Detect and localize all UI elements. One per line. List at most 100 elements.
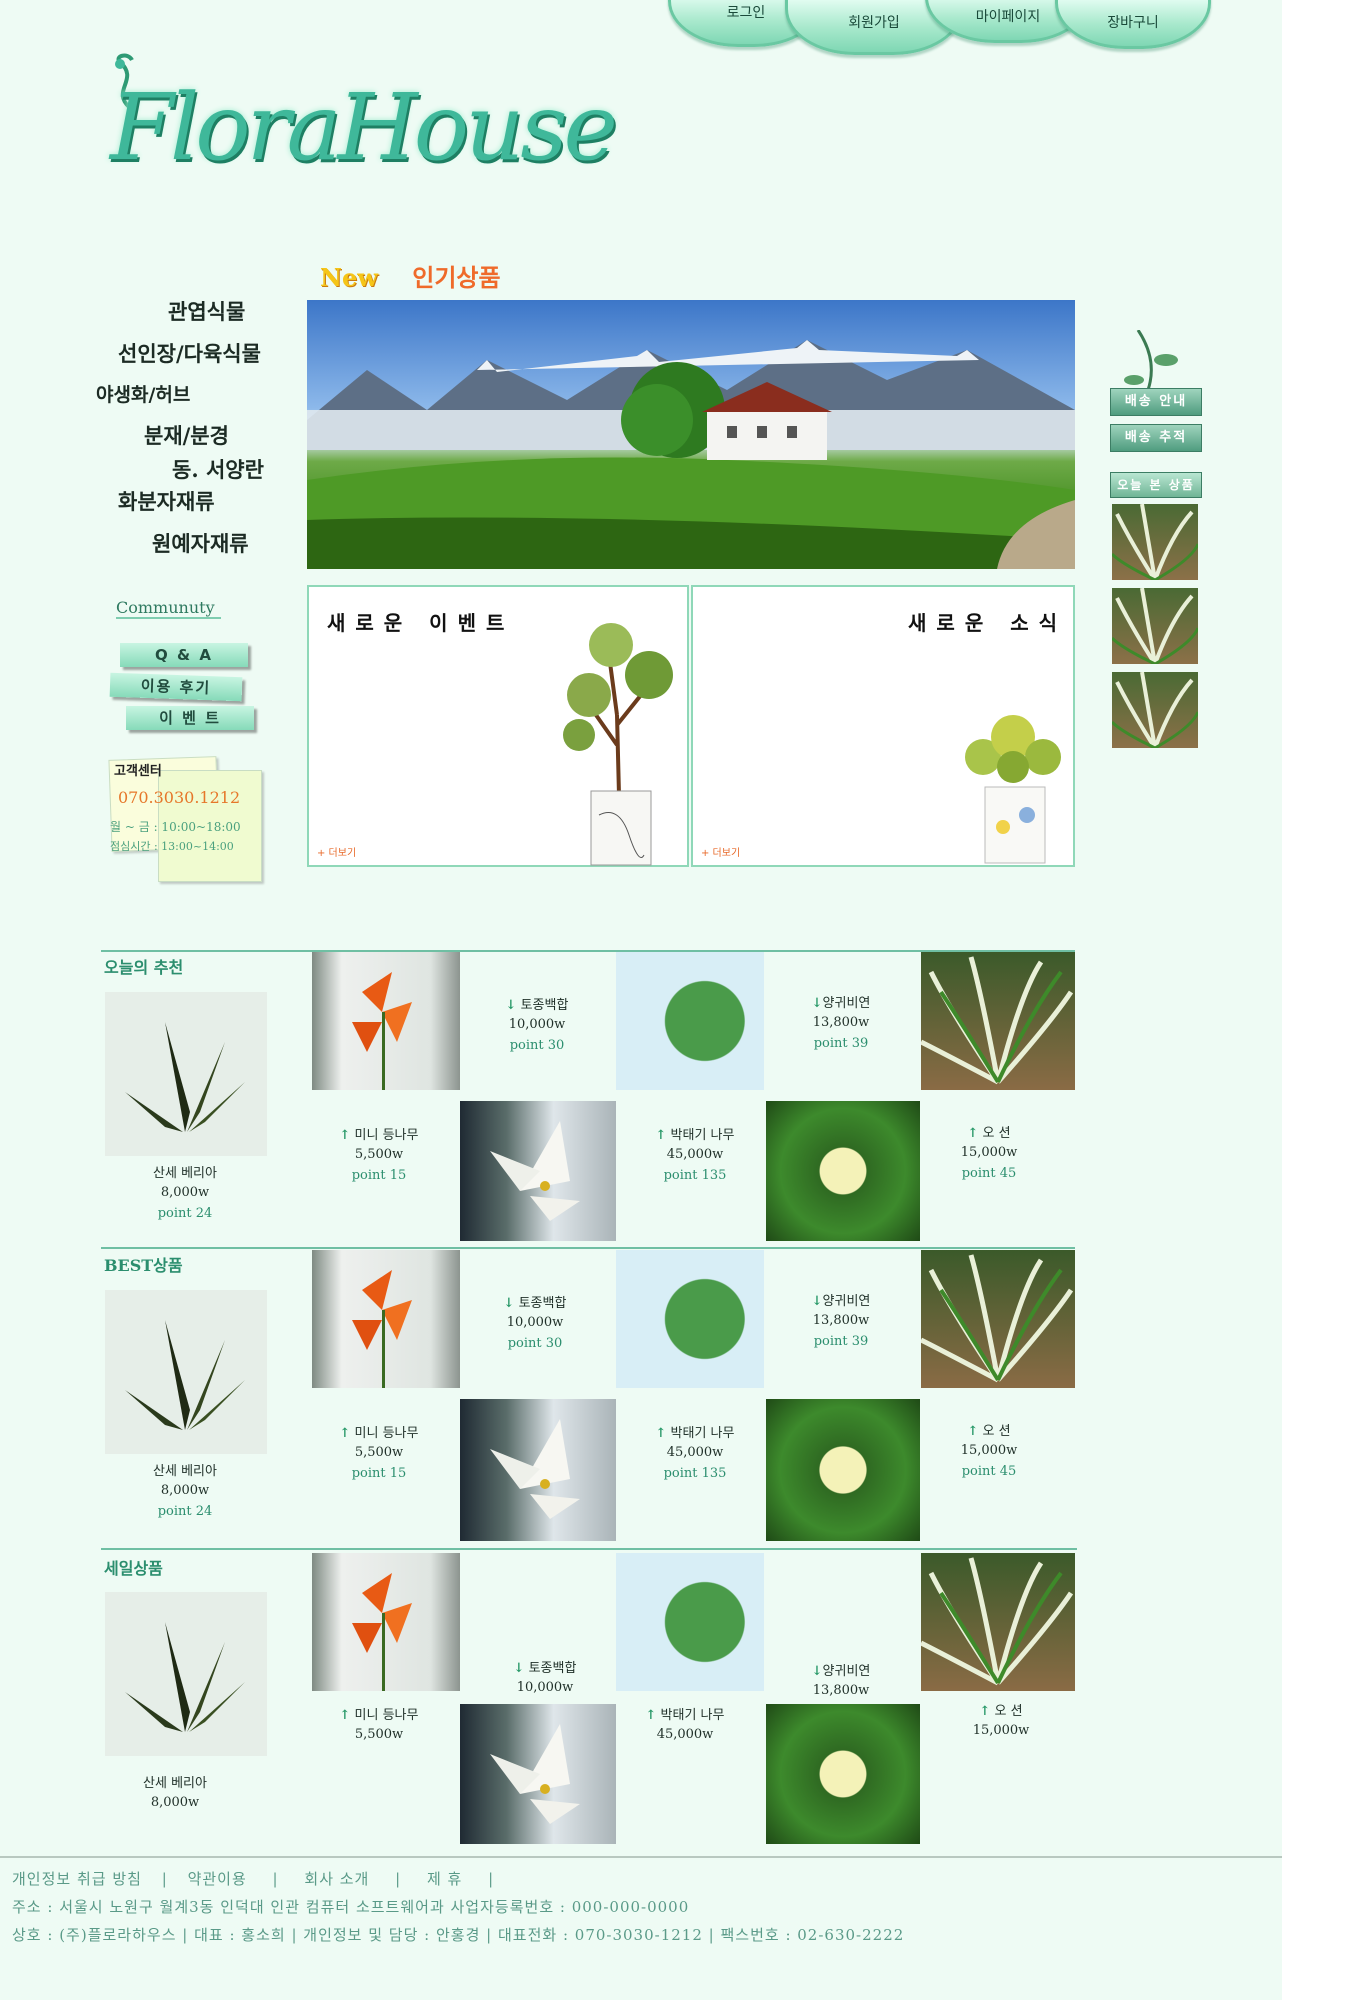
product-image-sansevieria[interactable] [105, 992, 267, 1156]
category-orchid[interactable]: 동. 서양란 [172, 454, 264, 484]
footer-privacy-link[interactable]: 개인정보 취급 방침 [12, 1870, 142, 1888]
product-image-sansevieria[interactable] [105, 1592, 267, 1756]
category-pots[interactable]: 화분자재류 [118, 486, 215, 516]
product-info-poppy[interactable]: ↓양귀비연 13,800w point 39 [766, 1290, 916, 1349]
product-image-mini-wisteria[interactable] [312, 952, 460, 1090]
product-info-redbud[interactable]: ↑ 박태기 나무 45,000w point 135 [620, 1422, 770, 1481]
recent-item-1[interactable] [1112, 504, 1198, 580]
category-garden-supplies[interactable]: 원예자재류 [152, 528, 249, 558]
main-banner-image[interactable] [307, 300, 1075, 569]
category-cactus[interactable]: 선인장/다육식물 [118, 338, 261, 368]
community-reviews-button[interactable]: 이용 후기 [109, 672, 243, 702]
product-price: 15,000w [960, 1443, 1018, 1458]
product-name: 토종백합 [528, 1661, 577, 1676]
product-image-mini-wisteria[interactable] [312, 1553, 460, 1691]
trend-down-icon: ↓ [513, 1661, 525, 1676]
product-info-lily[interactable]: ↓ 토종백합 10,000w point 30 [460, 1292, 610, 1351]
product-info-mini-wisteria[interactable]: ↑ 미니 등나무 5,500w point 15 [304, 1422, 454, 1481]
event-more-link[interactable]: + 더보기 [317, 844, 356, 859]
product-info-poppy[interactable]: ↓양귀비연 13,800w point 39 [766, 992, 916, 1051]
product-name: 산세 베리아 [153, 1166, 217, 1181]
product-name: 양귀비연 [822, 996, 871, 1011]
category-bonsai[interactable]: 분재/분경 [144, 420, 229, 450]
nav-cart-label: 장바구니 [1107, 15, 1159, 31]
footer-partnership-link[interactable]: 제 휴 [427, 1870, 462, 1888]
white-lily-image [490, 1419, 580, 1519]
news-more-link[interactable]: + 더보기 [701, 844, 740, 859]
section-divider [101, 1247, 1075, 1249]
landscape-illustration [307, 340, 1075, 569]
product-image-redbud[interactable] [616, 1553, 764, 1691]
product-image-ocean[interactable] [921, 1553, 1075, 1691]
product-price: 10,000w [516, 1680, 574, 1695]
product-image-poppy[interactable] [766, 1704, 920, 1844]
orange-flower-image [352, 972, 412, 1090]
page: 로그인 회원가입 마이페이지 장바구니 FloraHouse New 인기상품 … [0, 0, 1282, 2000]
product-image-poppy[interactable] [766, 1399, 920, 1541]
product-name: 산세 베리아 [153, 1464, 217, 1479]
site-logo[interactable]: FloraHouse [100, 50, 618, 210]
product-image-poppy[interactable] [766, 1101, 920, 1241]
trend-up-icon: ↑ [979, 1704, 991, 1719]
product-info-sansevieria[interactable]: 산세 베리아 8,000w point 24 [110, 1162, 260, 1221]
news-box[interactable]: 새로운 소식 + 더보기 [691, 585, 1075, 867]
customer-center-lunch: 점심시간 : 13:00~14:00 [110, 840, 234, 853]
product-info-sansevieria[interactable]: 산세 베리아 8,000w [100, 1772, 250, 1810]
community-event-button[interactable]: 이 벤 트 [126, 706, 254, 730]
trend-down-icon: ↓ [503, 1296, 515, 1311]
footer-company-info: 상호 : (주)플로라하우스 | 대표 : 홍소희 | 개인정보 및 담당 : … [12, 1926, 905, 1944]
category-foliage[interactable]: 관엽식물 [168, 296, 245, 326]
product-price: 45,000w [666, 1147, 724, 1162]
footer-about-link[interactable]: 회사 소개 [304, 1870, 369, 1888]
section-title-sale: 세일상품 [104, 1559, 163, 1578]
side-today-seen-label: 오늘 본 상품 [1110, 472, 1202, 498]
product-image-lily[interactable] [460, 1704, 616, 1844]
product-info-lily[interactable]: ↓ 토종백합 10,000w point 30 [462, 994, 612, 1053]
recent-item-2[interactable] [1112, 588, 1198, 664]
trend-up-icon: ↑ [967, 1424, 979, 1439]
product-price: 8,000w [160, 1483, 210, 1498]
product-info-ocean[interactable]: ↑ 오 션 15,000w point 45 [914, 1122, 1064, 1181]
product-image-lily[interactable] [460, 1101, 616, 1241]
event-box[interactable]: 새로운 이벤트 + 더보기 [307, 585, 689, 867]
product-info-redbud[interactable]: ↑ 박태기 나무 45,000w [610, 1704, 760, 1742]
trend-up-icon: ↑ [655, 1128, 667, 1143]
spider-plant-image [921, 1557, 1074, 1686]
product-image-ocean[interactable] [921, 952, 1075, 1090]
category-wildflower[interactable]: 야생화/허브 [96, 380, 190, 407]
trend-down-icon: ↓ [505, 998, 517, 1013]
spider-plant-thumb [1112, 588, 1198, 664]
community-qna-button[interactable]: Q & A [120, 643, 248, 667]
product-info-ocean[interactable]: ↑ 오 션 15,000w point 45 [914, 1420, 1064, 1479]
product-info-poppy[interactable]: ↓양귀비연 13,800w [766, 1660, 916, 1698]
side-delivery-info-button[interactable]: 배송 안내 [1110, 388, 1202, 416]
product-info-sansevieria[interactable]: 산세 베리아 8,000w point 24 [110, 1460, 260, 1519]
product-image-redbud[interactable] [616, 1250, 764, 1388]
product-image-redbud[interactable] [616, 952, 764, 1090]
white-lily-image [490, 1121, 580, 1221]
orange-flower-image [352, 1573, 412, 1691]
trend-up-icon: ↑ [339, 1708, 351, 1723]
product-info-ocean[interactable]: ↑ 오 션 15,000w [926, 1700, 1076, 1738]
trend-down-icon: ↓ [811, 1664, 823, 1679]
nav-cart-button[interactable]: 장바구니 [1055, 0, 1211, 49]
product-image-mini-wisteria[interactable] [312, 1250, 460, 1388]
side-delivery-track-button[interactable]: 배송 추적 [1110, 424, 1202, 452]
product-point: point 24 [157, 1206, 213, 1221]
product-image-lily[interactable] [460, 1399, 616, 1541]
product-image-ocean[interactable] [921, 1250, 1075, 1388]
product-info-lily[interactable]: ↓ 토종백합 10,000w [470, 1657, 620, 1695]
product-info-mini-wisteria[interactable]: ↑ 미니 등나무 5,500w [304, 1704, 454, 1742]
recent-item-3[interactable] [1112, 672, 1198, 748]
footer-terms-link[interactable]: 약관이용 [188, 1870, 247, 1888]
section-title-recommend: 오늘의 추천 [104, 958, 184, 977]
product-name: 박태기 나무 [670, 1128, 735, 1143]
product-image-sansevieria[interactable] [105, 1290, 267, 1454]
product-info-mini-wisteria[interactable]: ↑ 미니 등나무 5,500w point 15 [304, 1124, 454, 1183]
customer-center-title: 고객센터 [114, 764, 162, 779]
product-price: 5,500w [354, 1147, 404, 1162]
product-price: 13,800w [812, 1683, 870, 1698]
product-info-redbud[interactable]: ↑ 박태기 나무 45,000w point 135 [620, 1124, 770, 1183]
product-point: point 135 [663, 1466, 727, 1481]
product-name: 미니 등나무 [354, 1426, 419, 1441]
